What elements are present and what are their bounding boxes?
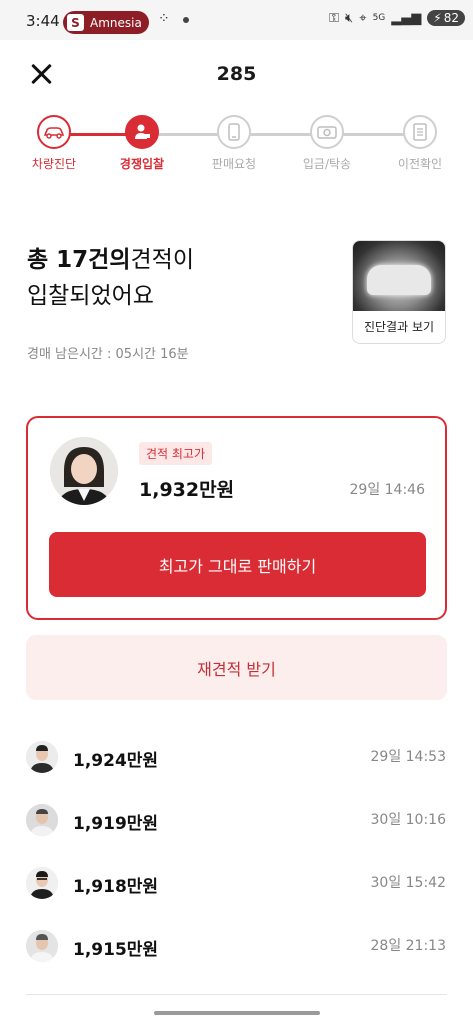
avatar [26,930,58,962]
diagnosis-result-card[interactable]: 진단결과 보기 [352,240,446,344]
bid-list: 1,924만원 29일 14:53 1,919만원 30일 10:16 1,91… [0,725,473,977]
step-bidding: 경쟁입찰 [102,115,182,172]
progress-stepper: 차량진단 경쟁입찰 판매요청 입금/탁송 이전확인 [0,115,473,175]
signal-icon: ▂▄▆ [391,10,422,26]
status-icons: ⚿ 🔇︎ ⌖ 5G ▂▄▆ ⚡ 82 [329,10,465,26]
bid-time: 28일 21:13 [370,938,447,954]
step-label: 이전확인 [397,157,443,171]
list-item[interactable]: 1,918만원 30일 15:42 [0,851,473,914]
step-label: 판매요청 [211,157,257,171]
location-icon: ⌖ [359,10,367,26]
step-diagnosis: 차량진단 [14,115,94,172]
amnesia-logo: S [67,14,84,31]
list-item[interactable]: 1,915만원 28일 21:13 [0,914,473,977]
step-label: 경쟁입찰 [119,157,165,171]
bid-time: 29일 14:53 [370,749,447,765]
top-bid-card: 견적 최고가 1,932만원 29일 14:46 최고가 그대로 판매하기 [26,416,447,620]
diagnosis-result-label: 진단결과 보기 [363,320,435,334]
bid-price: 1,919만원 [73,814,159,834]
car-thumbnail [353,241,445,311]
battery-indicator: ⚡ 82 [427,10,465,26]
step-payment: 입금/탁송 [287,115,367,172]
divider [26,994,447,995]
step-transfer: 이전확인 [380,115,460,172]
phone-icon [217,115,251,149]
bid-time: 30일 10:16 [370,812,447,828]
status-bar: 3:44 S Amnesia ⁘ ⚿ 🔇︎ ⌖ 5G ▂▄▆ ⚡ 82 [0,0,473,40]
avatar [26,741,58,773]
requote-button[interactable]: 재견적 받기 [26,635,447,700]
avatar [50,437,118,505]
step-label: 차량진단 [31,157,77,171]
summary-prefix: 총 [27,247,57,273]
camera-icon [310,115,344,149]
step-label: 입금/탁송 [302,157,352,171]
stepper-line-pending [142,133,420,136]
avatar [26,804,58,836]
step-sale-request: 판매요청 [194,115,274,172]
home-indicator[interactable] [154,1011,320,1015]
car-icon [37,115,71,149]
battery-level: 82 [443,11,459,25]
page-title: 285 [216,63,257,85]
bid-price: 1,915만원 [73,940,159,960]
top-bid-badge: 견적 최고가 [139,442,213,465]
bid-time: 30일 15:42 [370,875,447,891]
network-label: 5G [372,13,386,23]
list-item[interactable]: 1,919만원 30일 10:16 [0,788,473,851]
amnesia-notification: S Amnesia [63,11,149,34]
bidder-icon [125,115,159,149]
top-bid-time: 29일 14:46 [349,482,426,498]
document-icon [403,115,437,149]
key-icon: ⚿ [329,10,340,26]
summary-suffix: 견적이 [130,247,194,273]
auction-remaining-time: 경매 남은시간 : 05시간 16분 [27,347,189,362]
app-grid-icon: ⁘ [158,11,170,27]
bid-summary-heading: 총 17건의견적이 입찰되었어요 [27,242,194,314]
bid-price: 1,918만원 [73,877,159,897]
list-item[interactable]: 1,924만원 29일 14:53 [0,725,473,788]
sell-at-top-price-button[interactable]: 최고가 그대로 판매하기 [49,532,426,597]
top-bid-price: 1,932만원 [139,479,235,501]
bid-count: 17건의 [56,247,131,273]
amnesia-label: Amnesia [90,15,142,30]
bid-price: 1,924만원 [73,751,159,771]
status-time: 3:44 [26,12,60,30]
charging-icon: ⚡ [433,11,442,25]
notification-dot-icon [183,17,189,23]
avatar [26,867,58,899]
summary-line2: 입찰되었어요 [27,283,154,309]
mute-icon: 🔇︎ [345,10,354,26]
